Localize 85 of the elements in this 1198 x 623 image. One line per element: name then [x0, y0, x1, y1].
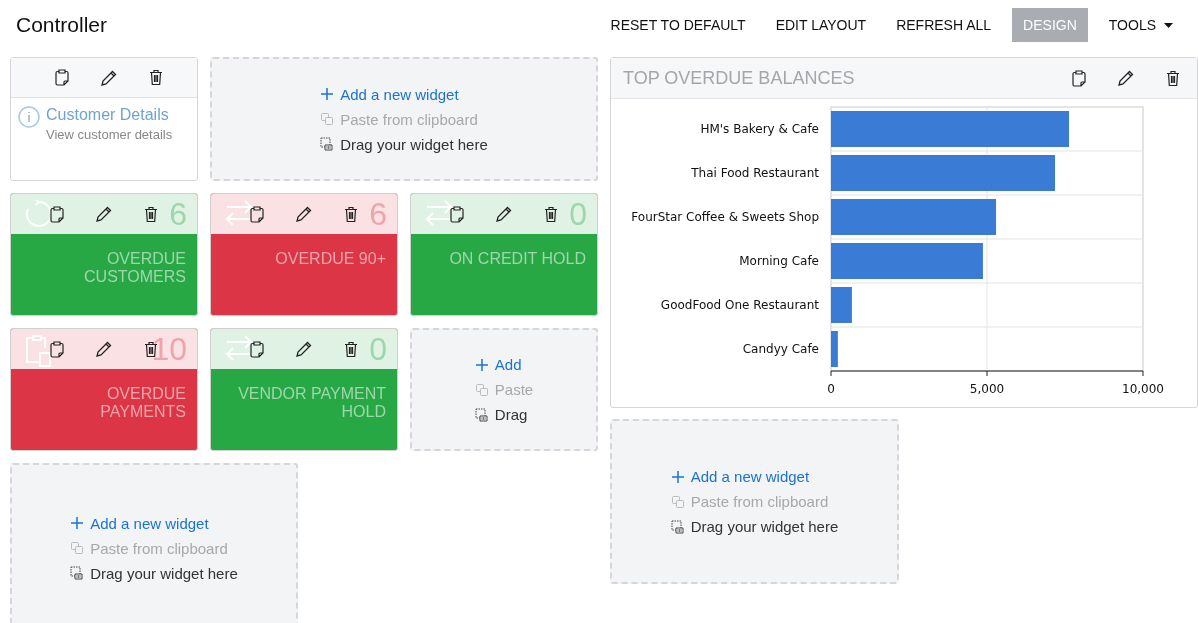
edit-icon[interactable]	[96, 341, 112, 357]
copy-icon[interactable]	[1072, 69, 1086, 87]
edit-icon[interactable]	[496, 206, 512, 222]
drag-hint: Drag your widget here	[670, 518, 839, 535]
category-label: FourStar Coffee & Sweets Shop	[631, 210, 819, 224]
bar	[831, 331, 838, 367]
category-label: GoodFood One Restaurant	[660, 298, 819, 312]
refresh-icon	[25, 200, 53, 228]
plus-icon	[670, 469, 685, 484]
copy-icon[interactable]	[55, 69, 69, 86]
edit-icon[interactable]	[296, 341, 312, 357]
tick-label: 5,000	[969, 382, 1005, 396]
category-label: Morning Cafe	[739, 254, 819, 268]
copy-icon[interactable]	[50, 340, 64, 358]
tile-label: OVERDUE CUSTOMERS	[83, 250, 186, 286]
kpi-tile[interactable]: 0 VENDOR PAYMENT HOLD	[210, 328, 398, 451]
copy-icon	[474, 382, 489, 397]
drag-hint: Drag your widget here	[320, 135, 488, 153]
toolbar-button[interactable]: REFRESH ALL	[881, 8, 1007, 42]
delete-icon[interactable]	[1166, 69, 1180, 87]
edit-icon[interactable]	[96, 206, 112, 222]
tick-label: 10,000	[1122, 382, 1164, 396]
plus-icon	[474, 357, 489, 372]
copy-icon[interactable]	[450, 205, 464, 223]
add-widget-link[interactable]: Add	[474, 356, 534, 373]
tile-label: OVERDUE 90+	[275, 250, 386, 268]
paste-link[interactable]: Paste from clipboard	[670, 493, 839, 510]
drag-icon	[670, 519, 685, 534]
drag-icon	[70, 566, 85, 580]
widget-title: Customer Details	[46, 106, 170, 124]
widget-title: TOP OVERDUE BALANCES	[623, 67, 855, 89]
page-title: Controller	[16, 13, 108, 37]
category-label: HM's Bakery & Cafe	[700, 122, 819, 136]
drag-hint: Drag your widget here	[70, 564, 238, 582]
copy-icon[interactable]	[250, 340, 264, 358]
paste-link[interactable]: Paste from clipboard	[70, 539, 238, 557]
category-label: Thai Food Restaurant	[691, 166, 819, 180]
tile-label: OVERDUE PAYMENTS	[99, 385, 186, 421]
info-icon	[18, 106, 40, 128]
tick-label: 0	[827, 382, 835, 396]
paste-link[interactable]: Paste from clipboard	[320, 110, 488, 128]
copy-icon[interactable]	[50, 205, 64, 223]
drag-icon	[474, 407, 489, 422]
delete-icon[interactable]	[344, 340, 358, 358]
tile-count: 0	[369, 331, 387, 368]
drag-hint: Drag	[474, 406, 534, 423]
toolbar-button[interactable]: DESIGN	[1012, 8, 1088, 42]
tile-label: ON CREDIT HOLD	[449, 250, 586, 268]
category-label: Candyy Cafe	[742, 342, 819, 356]
clipboard-icon	[25, 335, 51, 367]
arrows-icon	[225, 335, 253, 361]
add-widget-link[interactable]: Add a new widget	[670, 468, 839, 485]
tile-count: 6	[169, 196, 187, 233]
delete-icon[interactable]	[544, 205, 558, 223]
toolbar-button[interactable]: RESET TO DEFAULT	[595, 8, 761, 42]
add-widget-link[interactable]: Add a new widget	[320, 85, 488, 103]
bar	[831, 287, 852, 323]
copy-icon	[320, 112, 335, 126]
arrows-icon	[225, 200, 253, 226]
plus-icon	[70, 516, 85, 530]
add-widget-link[interactable]: Add a new widget	[70, 514, 238, 532]
toolbar-button[interactable]: TOOLS	[1093, 8, 1188, 42]
kpi-tile[interactable]: 6 OVERDUE 90+	[210, 193, 398, 316]
delete-icon[interactable]	[344, 205, 358, 223]
tile-count: 6	[369, 196, 387, 233]
edit-icon[interactable]	[296, 206, 312, 222]
edit-icon[interactable]	[101, 69, 117, 86]
toolbar-button[interactable]: EDIT LAYOUT	[760, 8, 882, 42]
tile-count: 10	[151, 331, 187, 368]
copy-icon[interactable]	[250, 205, 264, 223]
edit-icon[interactable]	[1118, 70, 1134, 86]
plus-icon	[320, 87, 335, 101]
delete-icon[interactable]	[144, 205, 158, 223]
kpi-tile[interactable]: 10 OVERDUE PAYMENTS	[10, 328, 198, 451]
drag-icon	[320, 137, 335, 151]
delete-icon[interactable]	[149, 69, 163, 86]
copy-icon	[670, 494, 685, 509]
tile-count: 0	[569, 196, 587, 233]
kpi-tile[interactable]: 0 ON CREDIT HOLD	[410, 193, 598, 316]
tile-label: VENDOR PAYMENT HOLD	[237, 385, 386, 421]
paste-link[interactable]: Paste	[474, 381, 534, 398]
copy-icon	[70, 541, 85, 555]
widget-subtitle: View customer details	[46, 127, 173, 142]
arrows-icon	[425, 200, 453, 226]
kpi-tile[interactable]: 6 OVERDUE CUSTOMERS	[10, 193, 198, 316]
